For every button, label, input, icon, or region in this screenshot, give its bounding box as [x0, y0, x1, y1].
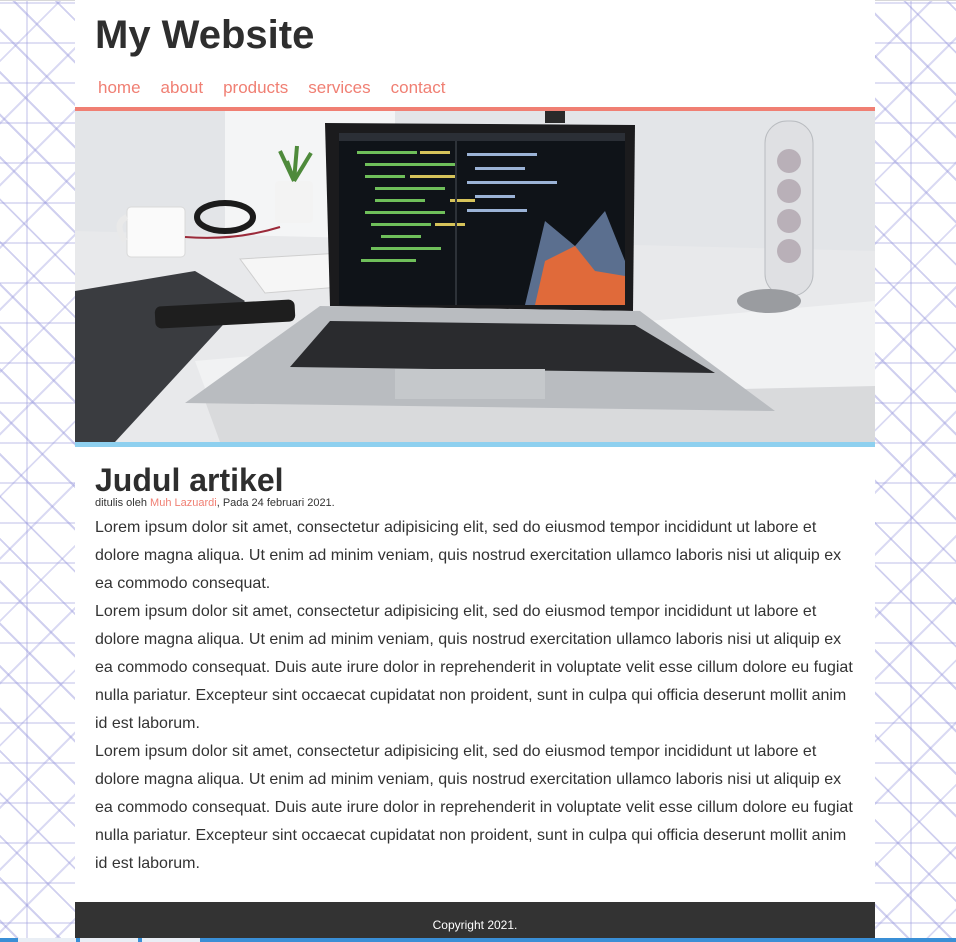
article-paragraph: Lorem ipsum dolor sit amet, consectetur …	[95, 603, 853, 732]
taskbar-button[interactable]	[142, 938, 200, 942]
nav-products-link[interactable]: products	[223, 78, 288, 98]
article: Judul artikel ditulis oleh Muh Lazuardi,…	[75, 447, 875, 878]
article-meta: ditulis oleh Muh Lazuardi, Pada 24 febru…	[95, 496, 855, 510]
site-header: My Website home about products services …	[75, 0, 875, 107]
taskbar-button[interactable]	[18, 938, 76, 942]
article-paragraph: Lorem ipsum dolor sit amet, consectetur …	[95, 743, 853, 872]
article-title: Judul artikel	[95, 462, 284, 498]
article-body: Lorem ipsum dolor sit amet, consectetur …	[95, 514, 855, 878]
nav-services-link[interactable]: services	[308, 78, 370, 98]
nav-contact-link[interactable]: contact	[391, 78, 446, 98]
article-meta-prefix: ditulis oleh	[95, 497, 151, 509]
article-paragraph: Lorem ipsum dolor sit amet, consectetur …	[95, 519, 842, 592]
site-footer: Copyright 2021.	[75, 902, 875, 942]
page-container: My Website home about products services …	[75, 0, 875, 942]
main-nav: home about products services contact	[95, 78, 855, 98]
article-author-link[interactable]: Muh Lazuardi	[150, 497, 217, 509]
nav-home-link[interactable]: home	[98, 78, 141, 98]
nav-about-link[interactable]: about	[161, 78, 204, 98]
copyright-text: Copyright 2021.	[432, 918, 518, 932]
taskbar-button[interactable]	[80, 938, 138, 942]
article-meta-date: , Pada 24 februari 2021.	[216, 497, 335, 509]
laptop-photo-illustration	[75, 111, 875, 442]
hero-image	[75, 111, 875, 442]
site-title: My Website	[95, 13, 315, 57]
